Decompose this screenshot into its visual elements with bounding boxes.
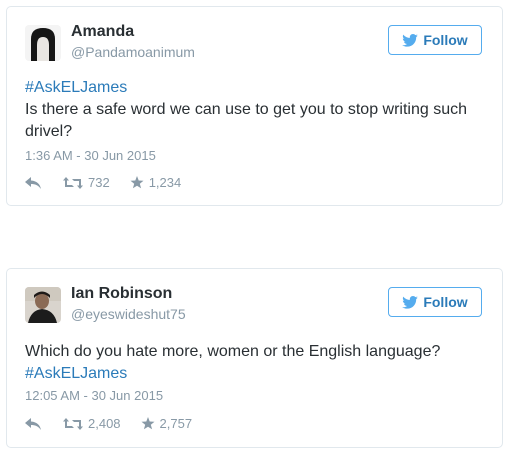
avatar[interactable]: [25, 25, 61, 61]
author-name[interactable]: Amanda: [71, 23, 134, 41]
retweet-button[interactable]: 2,408: [63, 416, 121, 431]
reply-icon: [25, 176, 41, 189]
reply-button[interactable]: [25, 176, 43, 189]
retweet-icon: [63, 417, 83, 430]
reply-icon: [25, 417, 41, 430]
favorite-button[interactable]: 1,234: [130, 175, 182, 190]
star-icon: [141, 417, 155, 430]
tweet-card: Amanda @Pandamoanimum Follow #AskELJames…: [6, 6, 503, 206]
tweet-text: Which do you hate more, women or the Eng…: [25, 341, 484, 385]
favorite-count: 1,234: [148, 175, 182, 190]
tweet-actions: 2,408 2,757: [25, 416, 212, 431]
tweet-body: Which do you hate more, women or the Eng…: [25, 343, 441, 360]
retweet-count: 732: [88, 175, 110, 190]
tweet-timestamp[interactable]: 1:36 AM - 30 Jun 2015: [25, 148, 156, 163]
author-name[interactable]: Ian Robinson: [71, 285, 172, 303]
follow-button[interactable]: Follow: [388, 287, 482, 317]
follow-label: Follow: [423, 32, 468, 48]
avatar[interactable]: [25, 287, 61, 323]
favorite-count: 2,757: [159, 416, 193, 431]
favorite-button[interactable]: 2,757: [141, 416, 193, 431]
author-handle[interactable]: @Pandamoanimum: [71, 44, 195, 60]
follow-label: Follow: [423, 294, 468, 310]
star-icon: [130, 176, 144, 189]
hashtag-link[interactable]: #AskELJames: [25, 363, 484, 385]
hashtag-link[interactable]: #AskELJames: [25, 77, 484, 99]
retweet-count: 2,408: [88, 416, 121, 431]
author-handle[interactable]: @eyeswideshut75: [71, 306, 186, 322]
reply-button[interactable]: [25, 417, 43, 430]
bird-icon: [402, 295, 419, 309]
tweet-timestamp[interactable]: 12:05 AM - 30 Jun 2015: [25, 388, 163, 403]
tweet-actions: 732 1,234: [25, 175, 201, 190]
bird-icon: [402, 33, 419, 47]
retweet-icon: [63, 176, 83, 189]
tweet-card: Ian Robinson @eyeswideshut75 Follow Whic…: [6, 268, 503, 448]
avatar-image: [25, 25, 61, 61]
avatar-image: [25, 287, 61, 323]
retweet-button[interactable]: 732: [63, 175, 110, 190]
tweet-text: #AskELJames Is there a safe word we can …: [25, 77, 484, 143]
follow-button[interactable]: Follow: [388, 25, 482, 55]
tweet-body: Is there a safe word we can use to get y…: [25, 101, 468, 140]
